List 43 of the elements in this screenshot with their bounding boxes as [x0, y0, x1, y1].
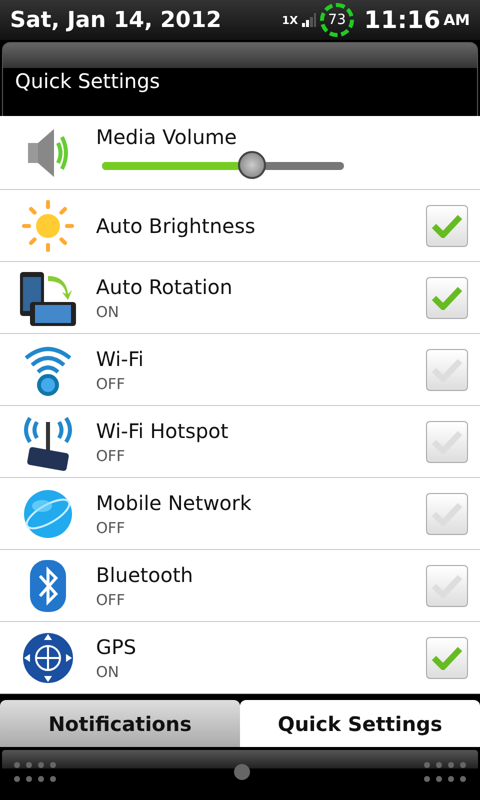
checkbox[interactable]: [426, 276, 468, 318]
network-type: 1X: [282, 14, 298, 26]
setting-label: Wi-Fi Hotspot: [96, 418, 230, 442]
signal-icon: [302, 13, 316, 27]
status-date: Sat, Jan 14, 2012: [10, 8, 222, 32]
checkbox[interactable]: [426, 636, 468, 678]
checkbox[interactable]: [426, 564, 468, 606]
grip-dots-icon: [14, 762, 56, 782]
check-icon: [432, 430, 462, 454]
checkbox[interactable]: [426, 348, 468, 390]
setting-label: Bluetooth: [96, 562, 194, 586]
sun-icon: [20, 198, 76, 254]
setting-status: OFF: [96, 518, 126, 536]
status-time: 11:16: [364, 6, 440, 34]
check-icon: [432, 646, 462, 670]
checkbox[interactable]: [426, 492, 468, 534]
battery-indicator: 73: [320, 3, 354, 37]
setting-status: OFF: [96, 590, 126, 608]
check-icon: [432, 502, 462, 526]
setting-label: Auto Brightness: [96, 214, 256, 238]
checkbox[interactable]: [426, 420, 468, 462]
tab[interactable]: Quick Settings: [240, 700, 480, 747]
setting-label: Media Volume: [96, 124, 238, 148]
bluetooth-icon: [28, 558, 68, 614]
setting-status: OFF: [96, 446, 126, 464]
setting-label: Mobile Network: [96, 490, 252, 514]
slider-thumb[interactable]: [238, 150, 266, 178]
checkbox[interactable]: [426, 204, 468, 246]
grip-dots-icon: [424, 762, 466, 782]
check-icon: [432, 214, 462, 238]
tab[interactable]: Notifications: [0, 700, 240, 747]
panel-title: Quick Settings: [14, 69, 161, 93]
setting-label: Wi-Fi: [96, 346, 145, 370]
status-ampm: AM: [443, 11, 470, 29]
setting-status: OFF: [96, 374, 126, 392]
setting-label: Auto Rotation: [96, 274, 234, 298]
handle-knob: [234, 764, 250, 780]
check-icon: [432, 574, 462, 598]
check-icon: [432, 286, 462, 310]
setting-status: ON: [96, 302, 120, 320]
check-icon: [432, 358, 462, 382]
setting-status: ON: [96, 662, 120, 680]
setting-label: GPS: [96, 634, 138, 658]
